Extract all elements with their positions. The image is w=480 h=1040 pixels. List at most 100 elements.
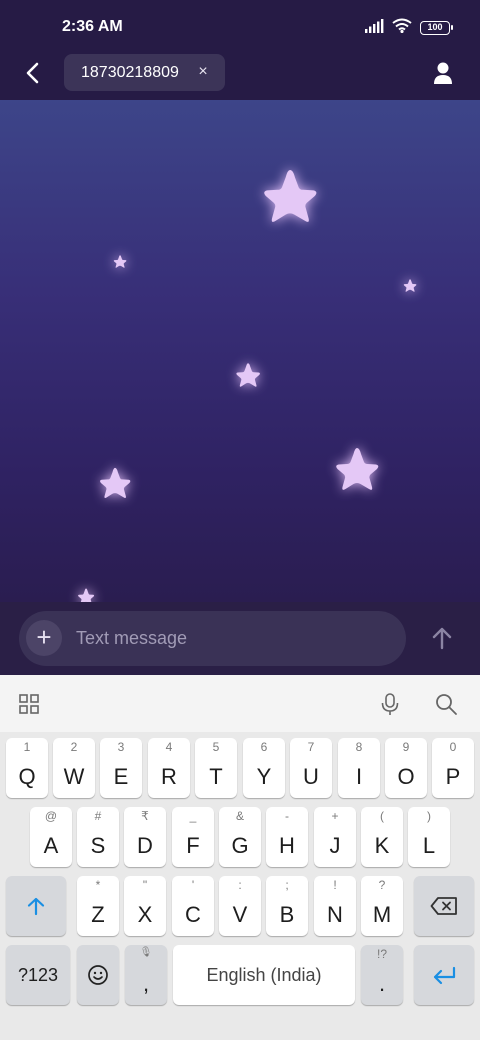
- space-label: English (India): [206, 964, 322, 985]
- star-decoration: [76, 587, 96, 602]
- backspace-icon: [414, 876, 474, 936]
- key-u[interactable]: 7 U: [290, 738, 332, 798]
- key-hint: 2: [70, 740, 78, 754]
- key-letter: L: [422, 833, 436, 858]
- key-hint: 8: [355, 740, 363, 754]
- key-hint: +: [331, 809, 339, 823]
- conversation-area: [0, 100, 480, 602]
- key-e[interactable]: 3 E: [100, 738, 142, 798]
- key-letter: Q: [18, 764, 36, 789]
- key-d[interactable]: ₹ D: [124, 807, 166, 867]
- key-letter: E: [113, 764, 129, 789]
- smiley-icon: [77, 945, 119, 1005]
- key-letter: F: [186, 833, 200, 858]
- key-hint: 5: [212, 740, 220, 754]
- message-input[interactable]: [76, 621, 386, 656]
- key-i[interactable]: 8 I: [338, 738, 380, 798]
- key-k[interactable]: ( K: [361, 807, 403, 867]
- star-decoration: [402, 278, 418, 293]
- key-hint: -: [285, 809, 289, 823]
- key-hint: 4: [165, 740, 173, 754]
- key-letter: I: [355, 764, 363, 789]
- key-b[interactable]: ; B: [266, 876, 308, 936]
- key-n[interactable]: ! N: [314, 876, 356, 936]
- recipient-number: 18730218809: [81, 63, 179, 81]
- key-letter: V: [232, 902, 248, 927]
- key-hint: 1: [23, 740, 31, 754]
- key-hint: !: [333, 878, 337, 892]
- key-hint: *: [95, 878, 101, 892]
- send-button[interactable]: [424, 620, 460, 656]
- message-field[interactable]: +: [19, 611, 406, 666]
- key-letter: O: [397, 764, 415, 789]
- key-letter: J: [329, 833, 341, 858]
- wifi-icon: [392, 18, 412, 38]
- key-letter: C: [185, 902, 201, 927]
- key-o[interactable]: 9 O: [385, 738, 427, 798]
- key-p[interactable]: 0 P: [432, 738, 474, 798]
- key-letter: K: [374, 833, 390, 858]
- key-c[interactable]: ' C: [172, 876, 214, 936]
- key-m[interactable]: ? M: [361, 876, 403, 936]
- shift-key[interactable]: [6, 876, 66, 936]
- key-letter: W: [63, 764, 85, 789]
- chevron-left-icon: [26, 62, 39, 84]
- key-j[interactable]: + J: [314, 807, 356, 867]
- backspace-key[interactable]: [414, 876, 474, 936]
- key-z[interactable]: * Z: [77, 876, 119, 936]
- star-decoration: [112, 254, 128, 269]
- comma-key[interactable]: 🎙 ,: [125, 945, 167, 1005]
- symbols-key[interactable]: ?123: [6, 945, 70, 1005]
- key-l[interactable]: ) L: [408, 807, 450, 867]
- key-hint: ": [142, 878, 148, 892]
- conversation-header: 18730218809 ×: [0, 50, 480, 100]
- key-h[interactable]: - H: [266, 807, 308, 867]
- enter-key[interactable]: [414, 945, 474, 1005]
- key-hint: 7: [307, 740, 315, 754]
- key-hint: (: [380, 809, 384, 823]
- keyboard-toolbar: [0, 675, 480, 732]
- back-button[interactable]: [18, 58, 48, 88]
- microphone-icon[interactable]: [378, 692, 402, 716]
- key-hint: 9: [402, 740, 410, 754]
- status-time: 2:36 AM: [62, 18, 123, 35]
- key-a[interactable]: @ A: [30, 807, 72, 867]
- key-w[interactable]: 2 W: [53, 738, 95, 798]
- key-v[interactable]: : V: [219, 876, 261, 936]
- key-letter: P: [445, 764, 461, 789]
- symbols-label: ?123: [17, 964, 59, 985]
- key-letter: B: [279, 902, 295, 927]
- key-t[interactable]: 5 T: [195, 738, 237, 798]
- space-key[interactable]: English (India): [173, 945, 355, 1005]
- enter-icon: [414, 945, 474, 1005]
- key-letter: G: [231, 833, 249, 858]
- key-s[interactable]: # S: [77, 807, 119, 867]
- remove-recipient-icon[interactable]: ×: [193, 61, 213, 83]
- key-hint: _: [189, 809, 197, 823]
- key-r[interactable]: 4 R: [148, 738, 190, 798]
- key-f[interactable]: _ F: [172, 807, 214, 867]
- signal-icon: [364, 18, 384, 38]
- key-g[interactable]: & G: [219, 807, 261, 867]
- search-icon[interactable]: [434, 692, 458, 716]
- key-q[interactable]: 1 Q: [6, 738, 48, 798]
- key-letter: Z: [91, 902, 105, 927]
- contact-button[interactable]: [428, 58, 458, 88]
- period-key[interactable]: !? .: [361, 945, 403, 1005]
- key-x[interactable]: " X: [124, 876, 166, 936]
- message-composer: +: [0, 602, 480, 675]
- key-letter: N: [327, 902, 343, 927]
- attach-button[interactable]: +: [26, 620, 62, 656]
- key-letter: S: [90, 833, 106, 858]
- key-letter: M: [372, 902, 392, 927]
- key-hint: &: [235, 809, 244, 823]
- key-hint: ₹: [141, 809, 149, 823]
- key-y[interactable]: 6 Y: [243, 738, 285, 798]
- person-icon: [434, 62, 452, 84]
- emoji-key[interactable]: [77, 945, 119, 1005]
- grid-icon[interactable]: [18, 692, 42, 716]
- key-hint: @: [44, 809, 58, 823]
- recipient-chip[interactable]: 18730218809 ×: [64, 54, 225, 91]
- arrow-up-icon: [432, 627, 452, 650]
- key-letter: X: [137, 902, 153, 927]
